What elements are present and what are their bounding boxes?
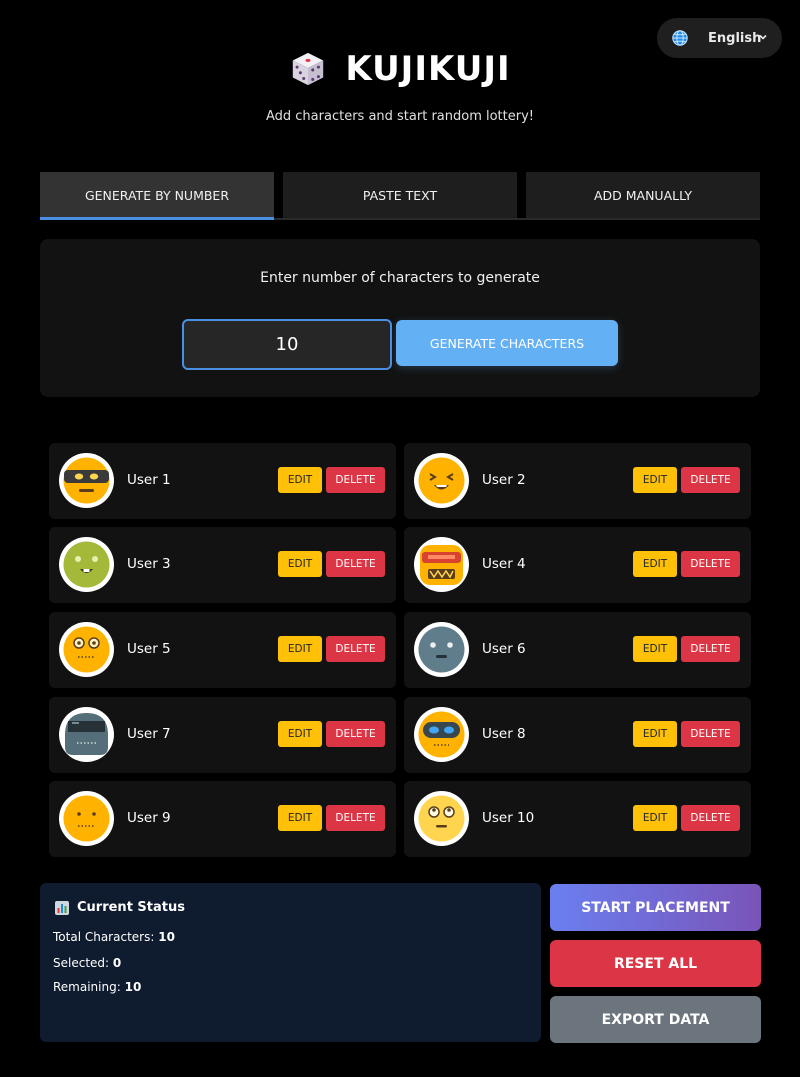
delete-button[interactable]: DELETE bbox=[681, 721, 740, 747]
reset-all-button[interactable]: RESET ALL bbox=[550, 940, 761, 987]
character-count-input[interactable] bbox=[182, 319, 392, 370]
delete-button[interactable]: DELETE bbox=[681, 636, 740, 662]
character-name: User 9 bbox=[127, 810, 171, 826]
delete-button[interactable]: DELETE bbox=[681, 805, 740, 831]
gray-robot-face-icon bbox=[414, 622, 469, 677]
mode-tabs: GENERATE BY NUMBER PASTE TEXT ADD MANUAL… bbox=[40, 172, 760, 220]
language-label: English bbox=[708, 30, 762, 46]
tab-add-manually[interactable]: ADD MANUALLY bbox=[526, 172, 760, 218]
visor-robot-face-icon bbox=[59, 707, 114, 762]
character-card: User 3 EDIT DELETE bbox=[49, 527, 396, 603]
status-panel: Current Status Total Characters: 10 Sele… bbox=[40, 883, 541, 1042]
character-card: User 1 EDIT DELETE bbox=[49, 443, 396, 519]
status-title: Current Status bbox=[55, 900, 185, 915]
generate-prompt: Enter number of characters to generate bbox=[260, 270, 540, 286]
edit-button[interactable]: EDIT bbox=[278, 721, 322, 747]
character-card: User 9 EDIT DELETE bbox=[49, 781, 396, 857]
header: KUJIKUJI bbox=[0, 46, 800, 92]
character-card: User 7 EDIT DELETE bbox=[49, 697, 396, 773]
character-name: User 7 bbox=[127, 726, 171, 742]
page-subtitle: Add characters and start random lottery! bbox=[265, 109, 535, 124]
character-card: User 4 EDIT DELETE bbox=[404, 527, 751, 603]
remaining-label: Remaining: bbox=[53, 980, 121, 994]
tab-generate-by-number[interactable]: GENERATE BY NUMBER bbox=[40, 172, 274, 220]
total-characters-stat: Total Characters: 10 bbox=[53, 930, 175, 944]
generate-panel: Enter number of characters to generate G… bbox=[40, 239, 760, 397]
chevron-down-icon bbox=[759, 34, 767, 40]
character-name: User 4 bbox=[482, 556, 526, 572]
character-card: User 10 EDIT DELETE bbox=[404, 781, 751, 857]
start-placement-button[interactable]: START PLACEMENT bbox=[550, 884, 761, 931]
selected-label: Selected: bbox=[53, 956, 110, 970]
character-card: User 2 EDIT DELETE bbox=[404, 443, 751, 519]
edit-button[interactable]: EDIT bbox=[278, 551, 322, 577]
edit-button[interactable]: EDIT bbox=[633, 467, 677, 493]
green-face-icon bbox=[59, 537, 114, 592]
status-title-text: Current Status bbox=[77, 900, 185, 915]
remaining-stat: Remaining: 10 bbox=[53, 980, 141, 994]
delete-button[interactable]: DELETE bbox=[326, 805, 385, 831]
edit-button[interactable]: EDIT bbox=[278, 636, 322, 662]
character-name: User 10 bbox=[482, 810, 535, 826]
selected-stat: Selected: 0 bbox=[53, 956, 121, 970]
character-name: User 1 bbox=[127, 472, 171, 488]
character-card: User 8 EDIT DELETE bbox=[404, 697, 751, 773]
edit-button[interactable]: EDIT bbox=[633, 636, 677, 662]
edit-button[interactable]: EDIT bbox=[633, 721, 677, 747]
delete-button[interactable]: DELETE bbox=[326, 551, 385, 577]
robot-face-icon bbox=[414, 537, 469, 592]
delete-button[interactable]: DELETE bbox=[681, 551, 740, 577]
tab-paste-text[interactable]: PASTE TEXT bbox=[283, 172, 517, 218]
rolling-eyes-face-icon bbox=[414, 791, 469, 846]
edit-button[interactable]: EDIT bbox=[633, 805, 677, 831]
selected-value: 0 bbox=[112, 956, 122, 970]
plain-face-icon bbox=[59, 791, 114, 846]
edit-button[interactable]: EDIT bbox=[278, 467, 322, 493]
delete-button[interactable]: DELETE bbox=[326, 721, 385, 747]
character-name: User 5 bbox=[127, 641, 171, 657]
goggles-face-icon bbox=[414, 707, 469, 762]
edit-button[interactable]: EDIT bbox=[633, 551, 677, 577]
character-card: User 6 EDIT DELETE bbox=[404, 612, 751, 688]
total-characters-label: Total Characters: bbox=[53, 930, 155, 944]
edit-button[interactable]: EDIT bbox=[278, 805, 322, 831]
generate-characters-button[interactable]: GENERATE CHARACTERS bbox=[396, 320, 618, 366]
dice-icon bbox=[293, 52, 324, 86]
character-name: User 8 bbox=[482, 726, 526, 742]
remaining-value: 10 bbox=[124, 980, 142, 994]
surprised-face-icon bbox=[59, 622, 114, 677]
page-title: KUJIKUJI bbox=[345, 49, 511, 89]
delete-button[interactable]: DELETE bbox=[326, 636, 385, 662]
export-data-button[interactable]: EXPORT DATA bbox=[550, 996, 761, 1043]
character-name: User 3 bbox=[127, 556, 171, 572]
character-name: User 2 bbox=[482, 472, 526, 488]
delete-button[interactable]: DELETE bbox=[326, 467, 385, 493]
bar-chart-icon bbox=[55, 900, 69, 915]
app-root: English KUJIKUJI Add characters and star… bbox=[0, 0, 800, 1077]
laughing-face-icon bbox=[414, 453, 469, 508]
character-name: User 6 bbox=[482, 641, 526, 657]
total-characters-value: 10 bbox=[158, 930, 175, 944]
character-card: User 5 EDIT DELETE bbox=[49, 612, 396, 688]
ninja-face-icon bbox=[59, 453, 114, 508]
delete-button[interactable]: DELETE bbox=[681, 467, 740, 493]
globe-icon bbox=[672, 30, 688, 46]
